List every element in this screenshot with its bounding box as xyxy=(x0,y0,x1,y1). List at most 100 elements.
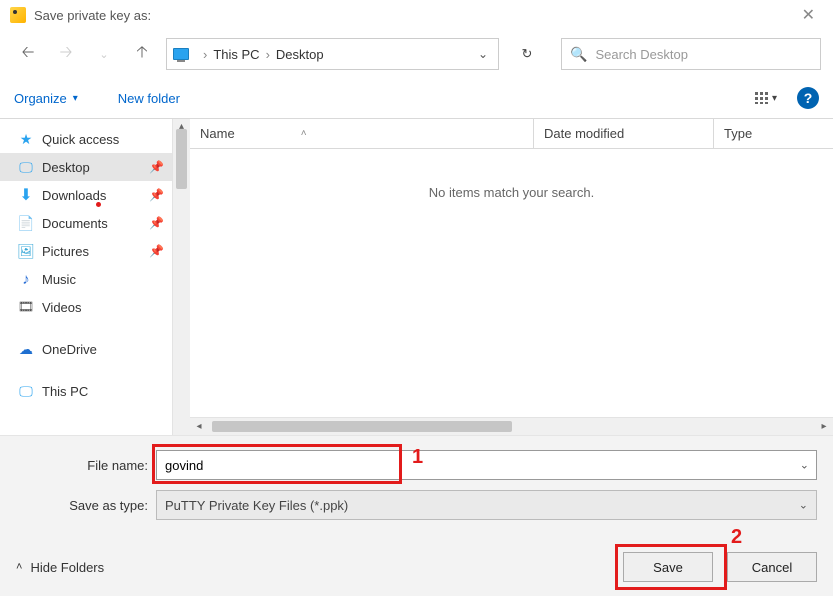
breadcrumb-folder[interactable]: Desktop xyxy=(276,47,324,62)
sidebar-item-music[interactable]: ♪ Music xyxy=(0,265,172,293)
sidebar-item-desktop[interactable]: 🖵 Desktop 📌 xyxy=(0,153,172,181)
pictures-icon: 🖼 xyxy=(18,243,34,259)
column-date-modified[interactable]: Date modified xyxy=(533,119,713,148)
pin-icon: 📌 xyxy=(149,244,164,258)
list-horizontal-scrollbar[interactable]: ◂ ▸ xyxy=(190,417,833,435)
save-as-type-combo[interactable]: PuTTY Private Key Files (*.ppk) ⌄ xyxy=(156,490,817,520)
sidebar-item-pictures[interactable]: 🖼 Pictures 📌 xyxy=(0,237,172,265)
chevron-down-icon: ▾ xyxy=(772,93,777,104)
sidebar-item-onedrive[interactable]: ☁ OneDrive xyxy=(0,335,172,363)
chevron-down-icon: ▾ xyxy=(73,93,78,104)
refresh-button[interactable]: ↻ xyxy=(511,38,543,70)
annotation-1: 1 xyxy=(412,446,423,469)
help-button[interactable]: ? xyxy=(797,87,819,109)
sidebar-item-label: Videos xyxy=(42,300,82,315)
save-label: Save xyxy=(653,560,683,575)
scroll-left-icon[interactable]: ◂ xyxy=(190,418,208,435)
sort-asc-icon: ˄ xyxy=(301,128,307,139)
search-placeholder: Search Desktop xyxy=(595,47,688,62)
save-as-type-label: Save as type: xyxy=(16,498,156,513)
annotation-2: 2 xyxy=(731,526,742,549)
save-as-type-value: PuTTY Private Key Files (*.ppk) xyxy=(165,498,348,513)
chevron-right-icon: › xyxy=(266,47,270,62)
column-label: Type xyxy=(724,126,752,141)
footer: ˄ Hide Folders Save 2 Cancel xyxy=(0,540,833,596)
column-type[interactable]: Type xyxy=(713,119,833,148)
close-icon[interactable]: ✕ xyxy=(794,1,823,29)
sidebar-item-videos[interactable]: 🎞 Videos xyxy=(0,293,172,321)
file-name-input[interactable] xyxy=(156,450,817,480)
window-title: Save private key as: xyxy=(34,8,151,23)
sidebar-item-label: Pictures xyxy=(42,244,89,259)
chevron-right-icon: › xyxy=(203,47,207,62)
sidebar-item-this-pc[interactable]: 🖵 This PC xyxy=(0,377,172,405)
monitor-icon: 🖵 xyxy=(18,159,34,175)
recent-locations-button[interactable]: ⌄ xyxy=(90,40,118,68)
document-icon: 📄 xyxy=(18,215,34,231)
back-button[interactable]: 🡠 xyxy=(14,40,42,68)
pin-icon: 📌 xyxy=(149,160,164,174)
save-button[interactable]: Save xyxy=(623,552,713,582)
column-headers: Name ˄ Date modified Type xyxy=(190,119,833,149)
organize-menu[interactable]: Organize ▾ xyxy=(14,91,78,106)
column-name[interactable]: Name ˄ xyxy=(190,126,533,141)
form-area: File name: ⌄ 1 Save as type: PuTTY Priva… xyxy=(0,435,833,540)
search-input[interactable]: 🔍 Search Desktop xyxy=(561,38,821,70)
body: ★ Quick access 🖵 Desktop 📌 ⬇ Downloads 📌… xyxy=(0,119,833,435)
cloud-icon: ☁ xyxy=(18,341,34,357)
star-icon: ★ xyxy=(18,131,34,147)
breadcrumb[interactable]: › This PC › Desktop ⌄ xyxy=(166,38,499,70)
cancel-label: Cancel xyxy=(752,560,792,575)
chevron-down-icon[interactable]: ⌄ xyxy=(478,47,488,61)
organize-label: Organize xyxy=(14,91,67,106)
toolbar: Organize ▾ New folder ▾ ? xyxy=(0,80,833,119)
video-icon: 🎞 xyxy=(18,299,34,315)
scroll-thumb[interactable] xyxy=(176,129,187,189)
column-label: Date modified xyxy=(544,126,624,141)
scroll-right-icon[interactable]: ▸ xyxy=(815,418,833,435)
app-icon xyxy=(10,7,26,23)
grid-icon xyxy=(755,92,769,104)
forward-button[interactable]: 🡢 xyxy=(52,40,80,68)
file-list: Name ˄ Date modified Type No items match… xyxy=(190,119,833,435)
monitor-icon xyxy=(173,48,189,60)
sidebar-item-label: OneDrive xyxy=(42,342,97,357)
up-button[interactable]: 🡡 xyxy=(128,40,156,68)
titlebar: Save private key as: ✕ xyxy=(0,0,833,30)
chevron-down-icon[interactable]: ⌄ xyxy=(800,459,809,472)
search-icon: 🔍 xyxy=(570,46,587,63)
dot-indicator xyxy=(96,202,101,207)
new-folder-button[interactable]: New folder xyxy=(118,91,180,106)
hide-folders-label: Hide Folders xyxy=(30,560,104,575)
pin-icon: 📌 xyxy=(149,216,164,230)
sidebar: ★ Quick access 🖵 Desktop 📌 ⬇ Downloads 📌… xyxy=(0,119,172,435)
hide-folders-button[interactable]: ˄ Hide Folders xyxy=(16,560,104,575)
file-name-label: File name: xyxy=(16,458,156,473)
chevron-down-icon[interactable]: ⌄ xyxy=(799,499,808,512)
sidebar-item-label: This PC xyxy=(42,384,88,399)
new-folder-label: New folder xyxy=(118,91,180,106)
save-as-type-field[interactable]: PuTTY Private Key Files (*.ppk) ⌄ xyxy=(156,490,817,520)
sidebar-item-downloads[interactable]: ⬇ Downloads 📌 xyxy=(0,181,172,209)
scroll-thumb[interactable] xyxy=(212,421,512,432)
sidebar-item-label: Documents xyxy=(42,216,108,231)
cancel-button[interactable]: Cancel xyxy=(727,552,817,582)
pin-icon: 📌 xyxy=(149,188,164,202)
sidebar-item-label: Downloads xyxy=(42,188,106,203)
empty-text: No items match your search. xyxy=(429,185,594,200)
sidebar-item-label: Quick access xyxy=(42,132,119,147)
breadcrumb-root[interactable]: This PC xyxy=(213,47,259,62)
sidebar-item-label: Music xyxy=(42,272,76,287)
music-icon: ♪ xyxy=(18,271,34,287)
monitor-icon: 🖵 xyxy=(18,383,34,399)
file-name-field[interactable]: ⌄ 1 xyxy=(156,450,817,480)
sidebar-scrollbar[interactable]: ▴ xyxy=(172,119,190,435)
view-options-button[interactable]: ▾ xyxy=(749,86,783,110)
column-label: Name xyxy=(200,126,235,141)
download-icon: ⬇ xyxy=(18,187,34,203)
sidebar-item-label: Desktop xyxy=(42,160,90,175)
sidebar-item-quick-access[interactable]: ★ Quick access xyxy=(0,125,172,153)
empty-list-message: No items match your search. xyxy=(190,149,833,417)
sidebar-item-documents[interactable]: 📄 Documents 📌 xyxy=(0,209,172,237)
nav-row: 🡠 🡢 ⌄ 🡡 › This PC › Desktop ⌄ ↻ 🔍 Search… xyxy=(0,30,833,80)
